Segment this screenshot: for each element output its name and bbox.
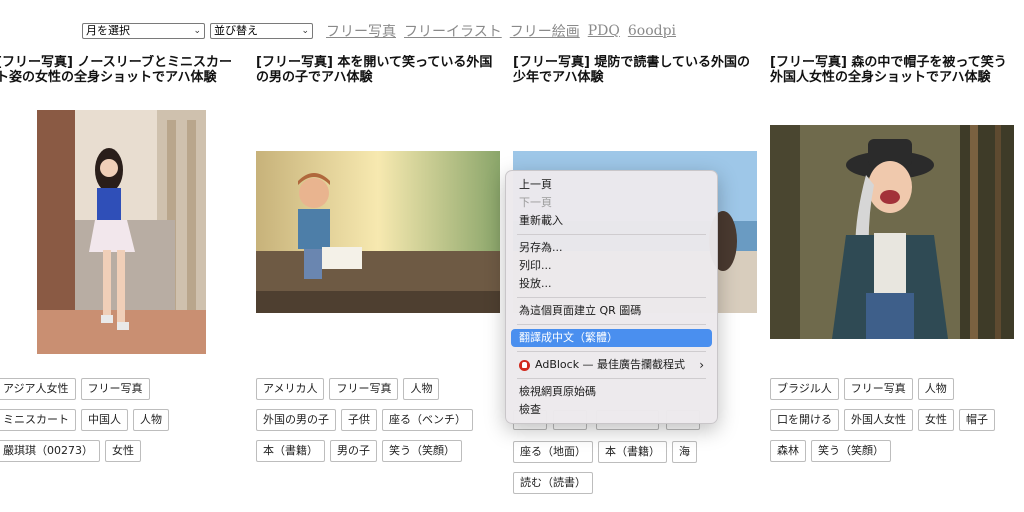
- tag[interactable]: フリー写真: [843, 378, 913, 400]
- tag[interactable]: 座る（ベンチ）: [382, 409, 473, 431]
- photo-card: [フリー写真] 森の中で帽子を被って笑う外国人女性の全身ショットでアハ体験: [770, 55, 1018, 87]
- menu-separator: [517, 351, 706, 352]
- tag[interactable]: 森林: [770, 440, 806, 462]
- photo-card: [フリー写真] 堤防で読書している外国の少年でアハ体験: [513, 55, 761, 87]
- menu-item-forward: 下一頁: [519, 196, 552, 209]
- tag[interactable]: 中国人: [81, 409, 128, 431]
- tag[interactable]: 人物: [403, 378, 440, 400]
- chevron-down-icon: ⌄: [193, 26, 201, 36]
- menu-separator: [517, 378, 706, 379]
- menu-item-back[interactable]: 上一頁: [511, 176, 712, 194]
- tag[interactable]: フリー写真: [329, 378, 399, 400]
- tag-list: アメリカ人 フリー写真 人物 外国の男の子 子供 座る（ベンチ） 本（書籍） 男…: [256, 378, 506, 471]
- tag[interactable]: 人物: [917, 378, 954, 400]
- menu-item-inspect[interactable]: 檢查: [511, 401, 712, 419]
- sort-select-value: 並び替え: [214, 24, 258, 37]
- month-select-value: 月を選択: [86, 24, 130, 37]
- tag[interactable]: 嚴琪琪（00273）: [0, 440, 100, 462]
- tag[interactable]: フリー写真: [80, 378, 150, 400]
- tag[interactable]: 本（書籍）: [598, 441, 667, 463]
- menu-item-cast[interactable]: 投放...: [511, 275, 712, 293]
- tag[interactable]: 笑う（笑顔）: [382, 440, 462, 462]
- nav-link-free-illust[interactable]: フリーイラスト: [404, 21, 502, 41]
- tag[interactable]: 笑う（笑顔）: [811, 440, 891, 462]
- tag[interactable]: 読む（読書）: [513, 472, 593, 494]
- adblock-icon: [519, 359, 530, 371]
- sort-select[interactable]: 並び替え ⌄: [210, 23, 313, 39]
- menu-item-adblock[interactable]: AdBlock — 最佳廣告攔截程式 ›: [511, 356, 712, 374]
- tag[interactable]: 子供: [341, 409, 377, 431]
- tag[interactable]: 人物: [133, 409, 169, 431]
- tag[interactable]: 帽子: [959, 409, 995, 431]
- card-title[interactable]: [フリー写真] 本を開いて笑っている外国の男の子でアハ体験: [256, 55, 504, 87]
- menu-item-qr-code[interactable]: 為這個頁面建立 QR 圖碼: [511, 302, 712, 320]
- photo-image[interactable]: [37, 110, 206, 354]
- tag[interactable]: 外国の男の子: [256, 409, 336, 431]
- nav-link-pdq[interactable]: PDQ: [588, 23, 620, 39]
- month-select[interactable]: 月を選択 ⌄: [82, 23, 205, 39]
- top-nav: 月を選択 ⌄ 並び替え ⌄ フリー写真 フリーイラスト フリー絵画 PDQ 6o…: [82, 20, 676, 42]
- menu-item-save-as[interactable]: 另存為...: [511, 239, 712, 257]
- tag[interactable]: 男の子: [330, 440, 377, 462]
- tag[interactable]: ブラジル人: [770, 378, 839, 400]
- menu-item-print[interactable]: 列印...: [511, 257, 712, 275]
- chevron-down-icon: ⌄: [301, 26, 309, 36]
- tag-list: 座る（地面） 本（書籍） 海 読む（読書）: [513, 441, 763, 503]
- photo-image[interactable]: [256, 151, 500, 313]
- photo-card: [フリー写真] ノースリーブとミニスカート姿の女性の全身ショットでアハ体験: [0, 55, 244, 87]
- card-title[interactable]: [フリー写真] 堤防で読書している外国の少年でアハ体験: [513, 55, 761, 87]
- menu-item-view-source[interactable]: 檢視網頁原始碼: [511, 383, 712, 401]
- tag[interactable]: 外国人女性: [844, 409, 913, 431]
- menu-separator: [517, 324, 706, 325]
- menu-separator: [517, 297, 706, 298]
- tag[interactable]: 口を開ける: [770, 409, 839, 431]
- menu-separator: [517, 234, 706, 235]
- tag[interactable]: 座る（地面）: [513, 441, 593, 463]
- tag[interactable]: 海: [672, 441, 697, 463]
- nav-link-free-painting[interactable]: フリー絵画: [510, 21, 580, 41]
- tag[interactable]: アジア人女性: [0, 378, 76, 400]
- card-title[interactable]: [フリー写真] ノースリーブとミニスカート姿の女性の全身ショットでアハ体験: [0, 55, 244, 87]
- tag[interactable]: 本（書籍）: [256, 440, 325, 462]
- tag[interactable]: 女性: [105, 440, 141, 462]
- photo-card: [フリー写真] 本を開いて笑っている外国の男の子でアハ体験: [256, 55, 504, 87]
- menu-item-translate[interactable]: 翻譯成中文（繁體）: [511, 329, 712, 347]
- context-menu: 上一頁 下一頁 重新載入 另存為... 列印... 投放... 為這個頁面建立 …: [505, 170, 718, 424]
- chevron-right-icon: ›: [699, 358, 704, 372]
- tag-list: アジア人女性 フリー写真 ミニスカート 中国人 人物 嚴琪琪（00273） 女性: [0, 378, 236, 471]
- tag[interactable]: アメリカ人: [256, 378, 325, 400]
- tag-list: ブラジル人 フリー写真 人物 口を開ける 外国人女性 女性 帽子 森林 笑う（笑…: [770, 378, 1020, 471]
- nav-link-600dpi[interactable]: 6oodpi: [628, 23, 676, 39]
- tag[interactable]: 女性: [918, 409, 954, 431]
- menu-item-adblock-label: AdBlock — 最佳廣告攔截程式: [535, 358, 686, 371]
- nav-link-free-photo[interactable]: フリー写真: [326, 21, 396, 41]
- menu-item-reload[interactable]: 重新載入: [511, 212, 712, 230]
- tag[interactable]: ミニスカート: [0, 409, 76, 431]
- card-title[interactable]: [フリー写真] 森の中で帽子を被って笑う外国人女性の全身ショットでアハ体験: [770, 55, 1018, 87]
- photo-image[interactable]: [770, 125, 1014, 339]
